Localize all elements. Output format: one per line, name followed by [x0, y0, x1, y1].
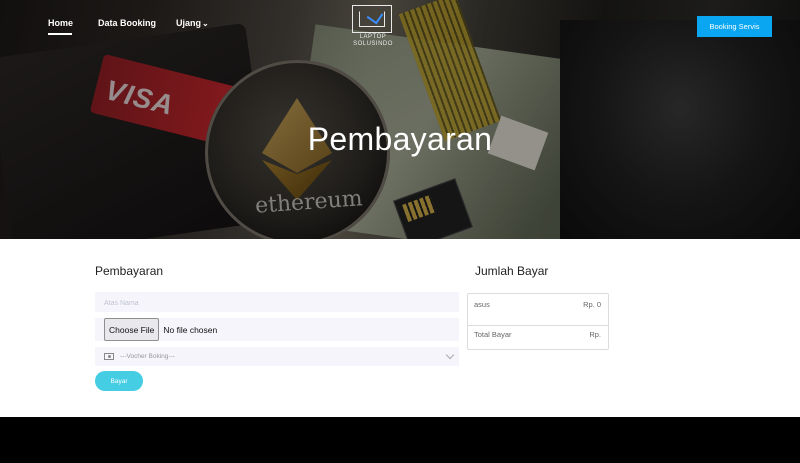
- money-icon: [104, 353, 114, 360]
- summary-total-price: Rp.: [589, 330, 601, 339]
- payment-section-title: Pembayaran: [95, 264, 164, 278]
- file-field-wrapper: Choose File No file chosen: [95, 318, 459, 341]
- voucher-select[interactable]: ---Vocher Boking---: [95, 347, 459, 366]
- booking-servis-button[interactable]: Booking Servis: [697, 16, 772, 37]
- chevron-down-icon: [445, 350, 455, 360]
- nav-active-indicator: [48, 33, 72, 35]
- file-status-text: No file chosen: [163, 324, 218, 335]
- nav-user-dropdown[interactable]: Ujang⌄: [176, 18, 209, 28]
- bayar-button[interactable]: Bayar: [95, 371, 143, 391]
- summary-item-row: asus Rp. 0: [468, 298, 608, 326]
- summary-total-label: Total Bayar: [474, 330, 512, 339]
- logo-icon[interactable]: [352, 5, 392, 33]
- summary-item-name: asus: [474, 300, 490, 309]
- logo-line1: LAPTOP: [359, 34, 387, 40]
- nav-data-booking-link[interactable]: Data Booking: [98, 18, 156, 28]
- choose-file-button[interactable]: Choose File: [104, 318, 160, 341]
- name-input[interactable]: [95, 293, 459, 314]
- page-title: Pembayaran: [307, 121, 493, 157]
- main-content: Pembayaran Jumlah Bayar Choose File No f…: [0, 239, 800, 417]
- payment-summary-box: asus Rp. 0 Total Bayar Rp.: [467, 293, 609, 350]
- nav-user-name: Ujang: [176, 18, 202, 28]
- nav-home-link[interactable]: Home: [48, 18, 73, 28]
- hero-banner: VISA ethereum Home Data Booking Ujang⌄ L…: [0, 0, 800, 239]
- amount-section-title: Jumlah Bayar: [475, 264, 549, 278]
- summary-item-price: Rp. 0: [583, 300, 601, 309]
- chevron-down-icon: ⌄: [202, 19, 209, 28]
- voucher-selected-value: ---Vocher Boking---: [120, 353, 175, 360]
- logo-line2: SOLUSINDO: [353, 41, 393, 47]
- name-field-wrapper: [95, 292, 459, 314]
- logo-text: LAPTOP SOLUSINDO: [345, 34, 401, 48]
